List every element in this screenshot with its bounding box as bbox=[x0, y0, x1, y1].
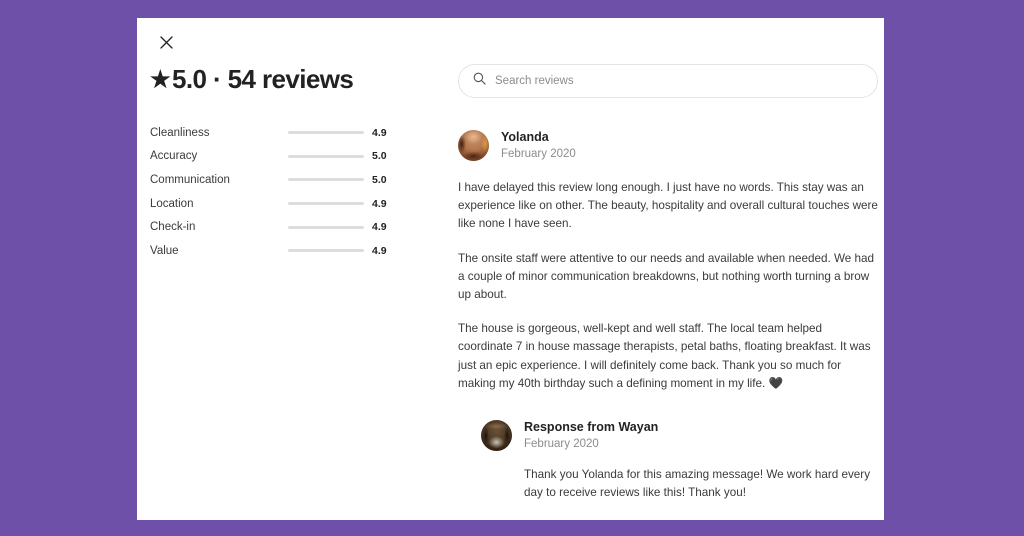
host-response-paragraph: Thank you Yolanda for this amazing messa… bbox=[524, 468, 871, 500]
rating-label: Check-in bbox=[150, 221, 196, 234]
rating-value: 4.9 bbox=[372, 221, 387, 234]
host-response-header: Response from Wayan February 2020 bbox=[481, 419, 878, 452]
rating-value: 5.0 bbox=[372, 173, 387, 186]
reviewer-meta: Yolanda February 2020 bbox=[501, 129, 576, 162]
review-header: Yolanda February 2020 bbox=[458, 129, 878, 162]
review-paragraph: I have delayed this review long enough. … bbox=[458, 181, 878, 231]
rating-row-location: Location 4.9 bbox=[150, 192, 450, 216]
rating-breakdown-list: Cleanliness 4.9 Accuracy 5.0 Communicati… bbox=[150, 121, 450, 263]
rating-label: Communication bbox=[150, 173, 230, 186]
reviews-panel: Yolanda February 2020 I have delayed thi… bbox=[458, 64, 878, 502]
rating-bar bbox=[288, 154, 364, 158]
rating-value: 4.9 bbox=[372, 244, 387, 257]
rating-row-cleanliness: Cleanliness 4.9 bbox=[150, 121, 450, 145]
search-input[interactable] bbox=[495, 75, 863, 87]
star-icon: ★ bbox=[150, 66, 171, 92]
rating-value: 5.0 bbox=[372, 150, 387, 163]
rating-bar bbox=[288, 131, 364, 135]
rating-row-accuracy: Accuracy 5.0 bbox=[150, 145, 450, 169]
rating-bar bbox=[288, 249, 364, 253]
rating-row-value: Value 4.9 bbox=[150, 239, 450, 263]
search-icon bbox=[473, 72, 486, 90]
rating-label: Cleanliness bbox=[150, 126, 210, 139]
rating-value: 4.9 bbox=[372, 126, 387, 139]
close-x-icon bbox=[159, 35, 173, 49]
rating-label: Value bbox=[150, 244, 179, 257]
host-response-meta: Response from Wayan February 2020 bbox=[524, 419, 658, 452]
rating-bar bbox=[288, 178, 364, 182]
reviews-modal: ★5.0 · 54 reviews Cleanliness 4.9 Accura… bbox=[137, 18, 884, 520]
rating-label: Location bbox=[150, 197, 194, 210]
rating-bar bbox=[288, 202, 364, 206]
rating-value: 4.9 bbox=[372, 197, 387, 210]
host-response-body: Thank you Yolanda for this amazing messa… bbox=[524, 466, 878, 502]
rating-label: Accuracy bbox=[150, 150, 198, 163]
overall-rating-text: 5.0 · 54 reviews bbox=[172, 64, 354, 94]
host-response-title: Response from Wayan bbox=[524, 420, 659, 435]
page-title: ★5.0 · 54 reviews bbox=[150, 62, 450, 97]
close-button[interactable] bbox=[150, 26, 182, 58]
review-paragraph: The onsite staff were attentive to our n… bbox=[458, 251, 875, 302]
host-response: Response from Wayan February 2020 Thank … bbox=[481, 419, 878, 502]
rating-row-check-in: Check-in 4.9 bbox=[150, 215, 450, 239]
review-date: February 2020 bbox=[501, 148, 576, 160]
search-reviews-field[interactable] bbox=[458, 64, 878, 98]
review-paragraph: The house is gorgeous, well-kept and wel… bbox=[458, 322, 871, 390]
reviewer-name: Yolanda bbox=[501, 130, 549, 144]
review-list: Yolanda February 2020 I have delayed thi… bbox=[458, 129, 878, 502]
host-avatar-photo[interactable] bbox=[481, 420, 512, 452]
rating-bar bbox=[288, 225, 364, 229]
review-body: I have delayed this review long enough. … bbox=[458, 179, 878, 393]
ratings-summary: ★5.0 · 54 reviews Cleanliness 4.9 Accura… bbox=[150, 62, 450, 263]
review-item: Yolanda February 2020 I have delayed thi… bbox=[458, 129, 878, 502]
rating-row-communication: Communication 5.0 bbox=[150, 168, 450, 192]
guest-avatar-photo[interactable] bbox=[458, 130, 489, 161]
host-response-date: February 2020 bbox=[524, 438, 599, 451]
